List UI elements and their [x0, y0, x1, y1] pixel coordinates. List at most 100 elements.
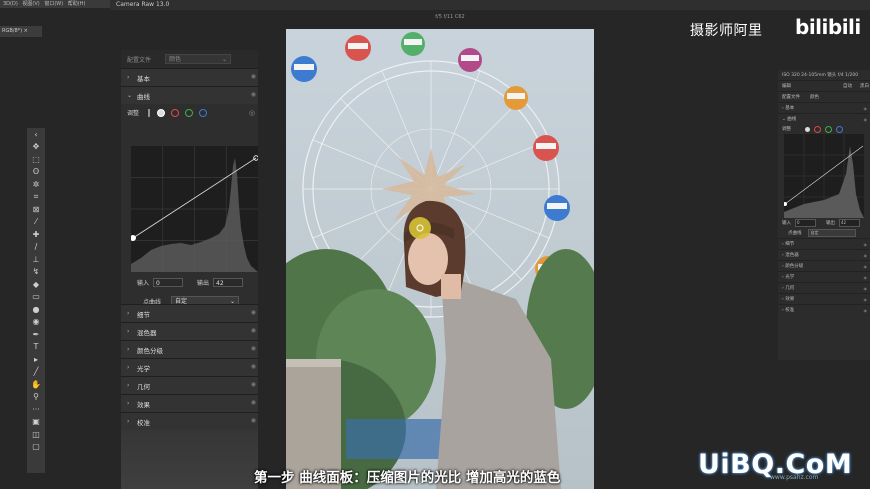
chevron-right-icon: › — [127, 382, 130, 389]
curve-adjust-row: 调整 ∥ ◎ — [121, 104, 258, 121]
screen-mode-icon[interactable]: ▢ — [27, 441, 45, 454]
stamp-tool-icon[interactable]: ⊥ — [27, 253, 45, 266]
eye-icon[interactable]: ◉ — [251, 417, 256, 424]
tone-curve-graph[interactable] — [131, 146, 258, 272]
green-channel-icon[interactable] — [185, 108, 194, 117]
eye-icon[interactable]: ◉ — [251, 381, 256, 388]
eye-icon[interactable]: ◉ — [251, 363, 256, 370]
r-section-calibration[interactable]: › 校准 ◉ — [778, 304, 870, 315]
input-field[interactable]: 0 — [153, 278, 184, 287]
blue-channel-icon[interactable] — [199, 108, 208, 117]
ps-document-tab[interactable]: RGB/8*) × — [0, 26, 42, 37]
output-field[interactable]: 42 — [213, 278, 244, 287]
path-select-icon[interactable]: ▸ — [27, 353, 45, 366]
section-label: 混色器 — [137, 328, 157, 337]
marquee-tool-icon[interactable]: ⬚ — [27, 153, 45, 166]
edit-header: 编辑 自动 黑白 — [778, 80, 870, 91]
eye-icon[interactable]: ◉ — [251, 91, 256, 98]
ps-menu-window[interactable]: 窗口(W) — [44, 1, 63, 7]
eye-icon[interactable]: ◉ — [864, 308, 868, 313]
output-field[interactable]: 42 — [839, 219, 860, 227]
section-calibration[interactable]: › 校准 ◉ — [121, 412, 258, 430]
color-swatch-icon[interactable]: ▣ — [27, 416, 45, 429]
section-effects[interactable]: › 效果 ◉ — [121, 394, 258, 412]
section-geometry[interactable]: › 几何 ◉ — [121, 376, 258, 394]
r-section-color-mixer[interactable]: › 混色器 ◉ — [778, 249, 870, 260]
profile-select[interactable]: 颜色 ⌄ — [165, 54, 232, 64]
lasso-tool-icon[interactable]: ʘ — [27, 166, 45, 179]
section-label: 几何 — [137, 382, 150, 391]
rgb-channel-icon[interactable] — [157, 108, 166, 117]
parametric-curve-icon[interactable]: ∥ — [147, 108, 151, 117]
chevron-right-icon: › — [127, 364, 130, 371]
eye-icon[interactable]: ◉ — [864, 106, 868, 111]
green-channel-icon[interactable] — [825, 125, 832, 133]
move-tool-icon[interactable]: ✥ — [27, 141, 45, 154]
healing-brush-icon[interactable]: ✚ — [27, 228, 45, 241]
ps-menu-view[interactable]: 视图(V) — [22, 1, 39, 7]
crop-tool-icon[interactable]: ⌗ — [27, 191, 45, 204]
bw-button[interactable]: 黑白 — [860, 83, 869, 89]
blue-channel-icon[interactable] — [836, 125, 843, 133]
point-curve-select[interactable]: 自定 — [807, 229, 856, 237]
eye-icon[interactable]: ◉ — [251, 309, 256, 316]
r-section-geometry[interactable]: › 几何 ◉ — [778, 282, 870, 293]
eye-icon[interactable]: ◉ — [251, 327, 256, 334]
eye-icon[interactable]: ◉ — [251, 345, 256, 352]
r-section-curve[interactable]: ⌄ 曲线 ◉ — [778, 113, 870, 124]
section-color-grading[interactable]: › 颜色分级 ◉ — [121, 340, 258, 358]
ps-menubar: 3D(D) 视图(V) 窗口(W) 帮助(H) — [0, 0, 110, 8]
red-channel-icon[interactable] — [171, 108, 180, 117]
section-detail[interactable]: › 细节 ◉ — [121, 304, 258, 322]
target-adjust-icon[interactable]: ◎ — [249, 109, 255, 117]
r-section-basic[interactable]: › 基本 ◉ — [778, 102, 870, 113]
r-section-color-grading[interactable]: › 颜色分级 ◉ — [778, 260, 870, 271]
section-optics[interactable]: › 光学 ◉ — [121, 358, 258, 376]
magic-wand-icon[interactable]: ✲ — [27, 178, 45, 191]
eye-icon[interactable]: ◉ — [864, 286, 868, 291]
quick-mask-icon[interactable]: ◫ — [27, 428, 45, 441]
blur-tool-icon[interactable]: ● — [27, 303, 45, 316]
point-curve-label: 点曲线 — [788, 231, 802, 236]
section-basic[interactable]: › 基本 ◉ — [121, 68, 258, 86]
eyedropper-icon[interactable]: ⁄ — [27, 216, 45, 229]
type-tool-icon[interactable]: T — [27, 341, 45, 354]
profile-select[interactable]: 颜色 — [810, 94, 819, 100]
image-preview[interactable] — [286, 29, 594, 489]
eye-icon[interactable]: ◉ — [864, 297, 868, 302]
eye-icon[interactable]: ◉ — [864, 275, 868, 280]
eye-icon[interactable]: ◉ — [864, 253, 868, 258]
eye-icon[interactable]: ◉ — [251, 73, 256, 80]
collapse-icon[interactable]: ‹ — [27, 128, 45, 141]
r-section-detail[interactable]: › 细节 ◉ — [778, 238, 870, 249]
dodge-tool-icon[interactable]: ◉ — [27, 316, 45, 329]
auto-button[interactable]: 自动 — [843, 83, 852, 89]
eye-icon[interactable]: ◉ — [864, 117, 868, 122]
section-curve[interactable]: ⌄ 曲线 ◉ — [121, 86, 258, 104]
eye-icon[interactable]: ◉ — [864, 264, 868, 269]
eraser-icon[interactable]: ◆ — [27, 278, 45, 291]
photo-illustration — [286, 29, 594, 489]
ps-menu-3d[interactable]: 3D(D) — [3, 1, 18, 7]
r-section-effects[interactable]: › 效果 ◉ — [778, 293, 870, 304]
history-brush-icon[interactable]: ↯ — [27, 266, 45, 279]
eye-icon[interactable]: ◉ — [864, 242, 868, 247]
chevron-down-icon: ⌄ — [127, 92, 133, 99]
input-field[interactable]: 0 — [795, 219, 816, 227]
brush-tool-icon[interactable]: ∕ — [27, 241, 45, 254]
eye-icon[interactable]: ◉ — [251, 399, 256, 406]
shape-tool-icon[interactable]: ╱ — [27, 366, 45, 379]
red-channel-icon[interactable] — [814, 125, 821, 133]
section-color-mixer[interactable]: › 混色器 ◉ — [121, 322, 258, 340]
output-label: 输出 — [826, 221, 835, 226]
pen-tool-icon[interactable]: ✒ — [27, 328, 45, 341]
frame-tool-icon[interactable]: ⊠ — [27, 203, 45, 216]
gradient-icon[interactable]: ▭ — [27, 291, 45, 304]
r-section-optics[interactable]: › 光学 ◉ — [778, 271, 870, 282]
r-tone-curve-graph[interactable] — [783, 134, 864, 218]
rgb-channel-icon[interactable] — [805, 126, 810, 132]
hand-tool-icon[interactable]: ✋ — [27, 378, 45, 391]
ps-menu-help[interactable]: 帮助(H) — [68, 1, 86, 7]
more-tools-icon[interactable]: ··· — [27, 403, 45, 416]
zoom-tool-icon[interactable]: ⚲ — [27, 391, 45, 404]
